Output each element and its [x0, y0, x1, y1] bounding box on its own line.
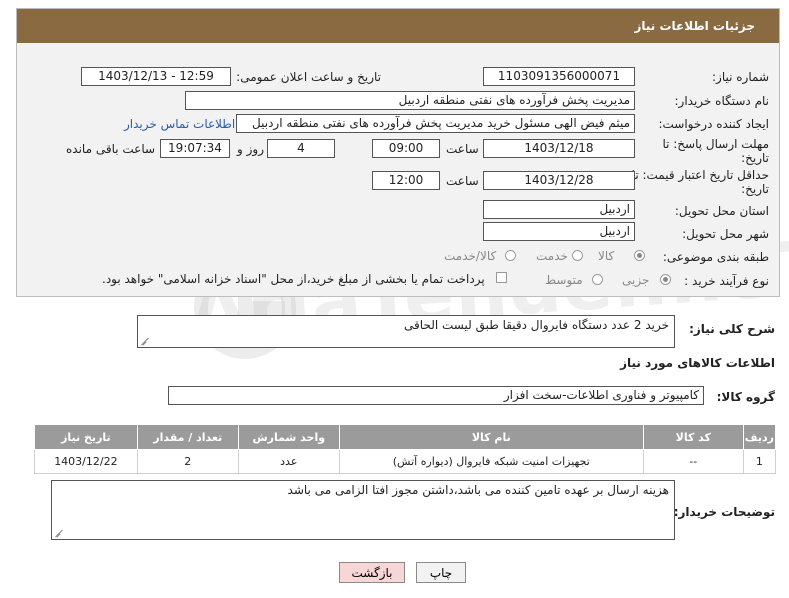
- reply-deadline-label: مهلت ارسال پاسخ: تا: [662, 137, 769, 151]
- goods-table: ردیف کد کالا نام کالا واحد شمارش تعداد /…: [34, 424, 777, 474]
- category-radio-service[interactable]: [572, 250, 583, 261]
- category-option-goods: کالا: [598, 249, 615, 263]
- treasury-payment-checkbox[interactable]: [496, 272, 507, 283]
- remaining-days-label: روز و: [237, 142, 264, 156]
- creator-field[interactable]: میثم فیض الهی مسئول خرید مدیریت پخش فرآو…: [236, 114, 635, 133]
- category-option-service: خدمت: [536, 249, 568, 263]
- announce-date-field[interactable]: 1403/12/13 - 12:59: [81, 67, 231, 86]
- price-validity-date-field[interactable]: 1403/12/28: [483, 171, 635, 190]
- city-label: شهر محل تحویل:: [682, 227, 769, 241]
- price-validity-time-field[interactable]: 12:00: [372, 171, 440, 190]
- print-button[interactable]: چاپ: [416, 562, 466, 583]
- process-option-minor: جزیی: [622, 273, 650, 287]
- cell-row-number: 1: [742, 449, 777, 474]
- cell-goods-code: --: [642, 449, 744, 474]
- description-label: شرح کلی نیاز:: [689, 322, 775, 336]
- back-button[interactable]: بازگشت: [339, 562, 405, 583]
- need-number-label: شماره نیاز:: [712, 70, 769, 84]
- description-text: خرید 2 عدد دستگاه فایروال دقیقا طبق لیست…: [404, 318, 669, 332]
- cell-need-date: 1403/12/22: [34, 449, 138, 474]
- category-radio-goods-service[interactable]: [505, 250, 516, 261]
- category-label: طبقه بندی موضوعی:: [662, 250, 769, 264]
- buyer-org-label: نام دستگاه خریدار:: [674, 94, 770, 108]
- buyer-contact-link[interactable]: اطلاعات تماس خریدار: [124, 117, 235, 131]
- buyer-notes-textarea[interactable]: هزینه ارسال بر عهده تامین کننده می باشد،…: [51, 480, 675, 540]
- need-number-field[interactable]: 1103091356000071: [483, 67, 635, 86]
- table-header-row: ردیف کد کالا نام کالا واحد شمارش تعداد /…: [34, 424, 777, 450]
- process-radio-minor[interactable]: [660, 274, 671, 285]
- announce-date-label: تاریخ و ساعت اعلان عمومی:: [236, 70, 381, 84]
- goods-section-title: اطلاعات کالاهای مورد نیاز: [620, 356, 775, 370]
- col-row-number: ردیف: [742, 424, 777, 450]
- panel-title: جزئیات اطلاعات نیاز: [17, 9, 779, 43]
- creator-label: ایجاد کننده درخواست:: [658, 117, 769, 131]
- col-need-date: تاریخ نیاز: [34, 424, 138, 450]
- treasury-payment-note: پرداخت تمام یا بخشی از مبلغ خرید،از محل …: [102, 272, 485, 286]
- resize-grip-icon[interactable]: [141, 337, 149, 345]
- col-goods-name: نام کالا: [338, 424, 644, 450]
- category-option-goods-service: کالا/خدمت: [444, 249, 497, 263]
- resize-grip-icon[interactable]: [55, 529, 63, 537]
- remaining-time-label: ساعت باقی مانده: [66, 142, 156, 156]
- reply-time-label: ساعت: [446, 142, 479, 156]
- goods-group-field[interactable]: کامپیوتر و فناوری اطلاعات-سخت افزار: [168, 386, 704, 405]
- remaining-time-field[interactable]: 19:07:34: [160, 139, 230, 158]
- col-quantity: تعداد / مقدار: [136, 424, 239, 450]
- process-radio-medium[interactable]: [592, 274, 603, 285]
- category-radio-goods[interactable]: [634, 250, 645, 261]
- process-option-medium: متوسط: [545, 273, 583, 287]
- table-row[interactable]: 1 -- تجهیزات امنیت شبکه فایروال (دیواره …: [34, 449, 777, 474]
- cell-goods-name: تجهیزات امنیت شبکه فایروال (دیواره آتش): [338, 449, 644, 474]
- reply-date-field[interactable]: 1403/12/18: [483, 139, 635, 158]
- price-validity-label-date: تاریخ:: [741, 182, 769, 196]
- col-goods-code: کد کالا: [642, 424, 744, 450]
- goods-group-label: گروه کالا:: [716, 390, 775, 404]
- reply-time-field[interactable]: 09:00: [372, 139, 440, 158]
- description-textarea[interactable]: خرید 2 عدد دستگاه فایروال دقیقا طبق لیست…: [137, 315, 675, 348]
- reply-deadline-label-date: تاریخ:: [741, 151, 769, 165]
- process-label: نوع فرآیند خرید :: [684, 274, 769, 288]
- cell-quantity: 2: [136, 449, 239, 474]
- province-label: استان محل تحویل:: [674, 204, 769, 218]
- col-unit: واحد شمارش: [237, 424, 340, 450]
- buyer-notes-text: هزینه ارسال بر عهده تامین کننده می باشد،…: [287, 483, 669, 497]
- price-validity-label: حداقل تاریخ اعتبار قیمت: تا: [631, 168, 769, 182]
- buyer-notes-label: توضیحات خریدار:: [673, 505, 775, 519]
- remaining-days-field[interactable]: 4: [267, 139, 335, 158]
- cell-unit: عدد: [237, 449, 340, 474]
- buyer-org-field[interactable]: مدیریت پخش فرآورده های نفتی منطقه اردبیل: [185, 91, 635, 110]
- price-validity-time-label: ساعت: [446, 174, 479, 188]
- city-field[interactable]: اردبیل: [483, 222, 635, 241]
- province-field[interactable]: اردبیل: [483, 200, 635, 219]
